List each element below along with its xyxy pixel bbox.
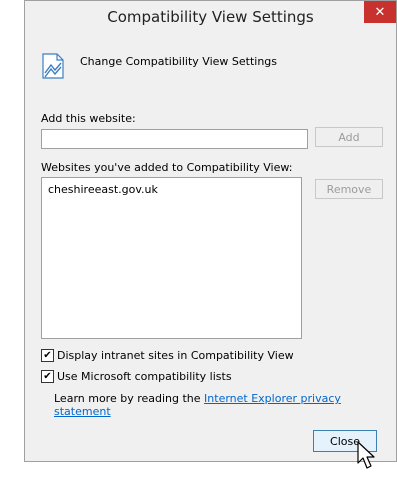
mouse-pointer-icon <box>357 441 375 469</box>
ms-lists-label: Use Microsoft compatibility lists <box>57 370 232 383</box>
title-bar[interactable]: Compatibility View Settings ✕ <box>25 1 396 34</box>
intranet-option[interactable]: ✔ Display intranet sites in Compatibilit… <box>41 349 294 362</box>
add-button[interactable]: Add <box>315 127 383 147</box>
ms-lists-checkbox[interactable]: ✔ <box>41 370 54 383</box>
header-text: Change Compatibility View Settings <box>80 55 278 68</box>
learn-more-text: Learn more by reading the Internet Explo… <box>54 392 396 418</box>
intranet-checkbox[interactable]: ✔ <box>41 349 54 362</box>
websites-list[interactable]: cheshireeast.gov.uk <box>41 177 302 339</box>
close-window-button[interactable]: ✕ <box>364 1 396 23</box>
websites-list-label: Websites you've added to Compatibility V… <box>41 161 293 174</box>
add-website-label: Add this website: <box>41 112 136 125</box>
remove-button[interactable]: Remove <box>315 179 383 199</box>
compatibility-view-icon <box>42 53 64 79</box>
dialog-title: Compatibility View Settings <box>107 8 314 26</box>
add-website-input[interactable] <box>41 129 308 149</box>
intranet-label: Display intranet sites in Compatibility … <box>57 349 294 362</box>
ms-lists-option[interactable]: ✔ Use Microsoft compatibility lists <box>41 370 232 383</box>
list-item[interactable]: cheshireeast.gov.uk <box>48 183 158 196</box>
compatibility-view-dialog: Compatibility View Settings ✕ Change Com… <box>24 0 397 462</box>
close-icon: ✕ <box>374 4 386 20</box>
learn-more-prefix: Learn more by reading the <box>54 392 205 405</box>
